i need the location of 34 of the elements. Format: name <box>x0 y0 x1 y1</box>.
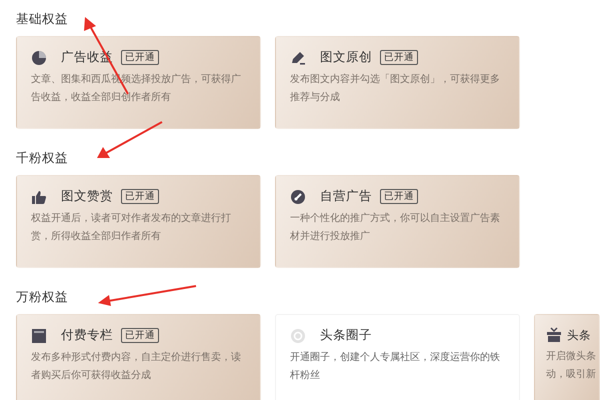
card-description: 开通圈子，创建个人专属社区，深度运营你的铁杆粉丝 <box>290 350 501 383</box>
ring-icon <box>290 328 306 344</box>
status-badge: 已开通 <box>121 189 159 204</box>
section-title: 基础权益 <box>16 10 68 28</box>
card-title: 付费专栏 <box>61 327 113 344</box>
status-badge: 已开通 <box>380 50 418 65</box>
benefit-card[interactable]: 头条圈子 开通圈子，创建个人专属社区，深度运营你的铁杆粉丝 <box>275 314 520 400</box>
pie-icon <box>31 50 47 66</box>
card-description: 发布多种形式付费内容，自主定价进行售卖，读者购买后你可获得收益分成 <box>31 350 242 383</box>
pen-icon <box>290 50 306 66</box>
card-description: 发布图文内容并勾选「图文原创」，可获得更多推荐与分成 <box>290 72 501 105</box>
window-icon <box>31 328 47 344</box>
card-title: 自营广告 <box>320 188 372 205</box>
card-title: 图文原创 <box>320 49 372 66</box>
status-badge: 已开通 <box>380 189 418 204</box>
status-badge: 已开通 <box>121 50 159 65</box>
gauge-icon <box>290 188 306 204</box>
card-title: 头条 <box>567 328 591 342</box>
benefit-card[interactable]: 头条 开启微头条动，吸引新 <box>534 314 600 400</box>
section-title: 万粉权益 <box>16 288 68 306</box>
annotation-arrow <box>97 121 162 158</box>
section-title: 千粉权益 <box>16 149 68 167</box>
status-badge: 已开通 <box>121 328 159 343</box>
card-description: 权益开通后，读者可对作者发布的文章进行打赏，所得收益全部归作者所有 <box>31 212 232 244</box>
benefit-card[interactable]: 自营广告 已开通 一种个性化的推广方式，你可以自主设置广告素材并进行投放推广 <box>275 175 520 268</box>
gift-icon <box>546 327 562 343</box>
benefit-card[interactable]: 付费专栏 已开通 发布多种形式付费内容，自主定价进行售卖，读者购买后你可获得收益分成 <box>16 314 261 400</box>
card-title: 图文赞赏 <box>61 188 113 205</box>
benefit-card[interactable]: 图文赞赏 已开通 权益开通后，读者可对作者发布的文章进行打赏，所得收益全部归作者所有 <box>16 175 261 268</box>
card-description: 开启微头条动，吸引新 <box>546 350 597 382</box>
card-title: 头条圈子 <box>320 327 372 344</box>
benefit-card[interactable]: 图文原创 已开通 发布图文内容并勾选「图文原创」，可获得更多推荐与分成 <box>275 36 520 129</box>
thumb-icon <box>31 188 47 204</box>
card-description: 一种个性化的推广方式，你可以自主设置广告素材并进行投放推广 <box>290 212 501 244</box>
